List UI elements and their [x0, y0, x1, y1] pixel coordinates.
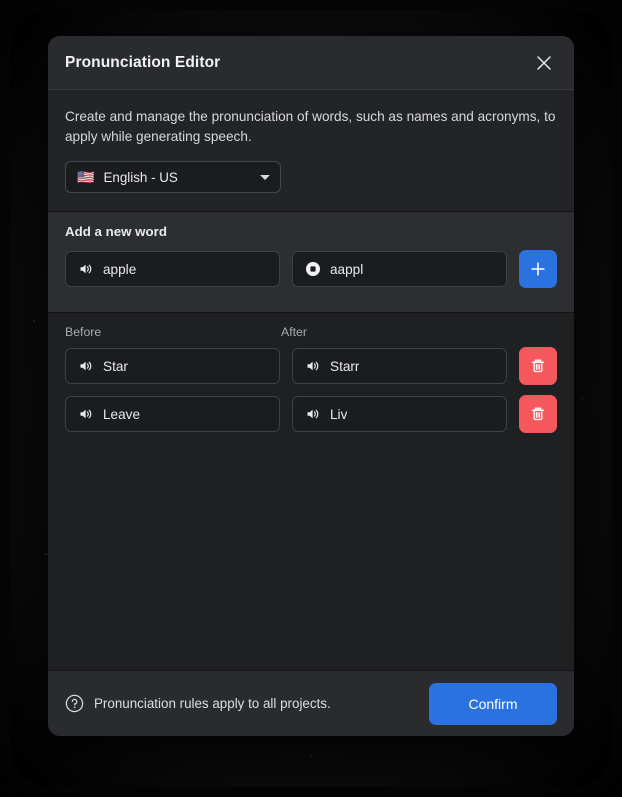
rule-before-value: Leave	[103, 406, 141, 422]
new-word-value: apple	[103, 261, 137, 277]
dialog-description: Create and manage the pronunciation of w…	[65, 109, 556, 144]
delete-rule-button[interactable]	[519, 395, 557, 433]
speaker-icon[interactable]	[77, 358, 94, 375]
column-header-before: Before	[65, 325, 102, 339]
column-header-after: After	[281, 325, 307, 339]
speaker-icon[interactable]	[77, 406, 94, 423]
speaker-icon[interactable]	[304, 358, 321, 375]
add-word-label: Add a new word	[65, 224, 167, 239]
confirm-button-label: Confirm	[468, 695, 518, 712]
trash-icon	[531, 359, 545, 373]
new-pronunciation-input[interactable]: aappl	[292, 251, 507, 287]
rule-after-value: Starr	[330, 358, 360, 374]
speaker-icon[interactable]	[304, 406, 321, 423]
rule-after-input[interactable]: Liv	[292, 396, 507, 432]
rules-list: Before After Star Starr Leave Liv	[48, 313, 574, 673]
dialog-footer: Pronunciation rules apply to all project…	[48, 670, 574, 736]
footer-note-text: Pronunciation rules apply to all project…	[94, 696, 331, 711]
language-select[interactable]: 🇺🇸 English - US	[65, 161, 281, 193]
stop-record-icon[interactable]	[304, 261, 321, 278]
new-word-input[interactable]: apple	[65, 251, 280, 287]
delete-rule-button[interactable]	[519, 347, 557, 385]
close-button[interactable]	[530, 49, 558, 77]
plus-icon	[531, 262, 545, 276]
dialog-header: Pronunciation Editor	[48, 36, 574, 90]
footer-note: Pronunciation rules apply to all project…	[65, 694, 331, 713]
add-word-section: Add a new word apple aappl	[48, 212, 574, 313]
us-flag-icon: 🇺🇸	[77, 169, 95, 185]
rule-before-input[interactable]: Star	[65, 348, 280, 384]
language-select-value: English - US	[103, 169, 178, 185]
page-title: Pronunciation Editor	[65, 53, 221, 71]
rule-row: Leave Liv	[65, 395, 557, 433]
chevron-down-icon	[260, 174, 270, 180]
intro-section: Create and manage the pronunciation of w…	[48, 90, 574, 212]
new-pronunciation-value: aappl	[330, 261, 364, 277]
rules-column-headers: Before After	[65, 325, 557, 339]
add-word-button[interactable]	[519, 250, 557, 288]
rule-before-value: Star	[103, 358, 128, 374]
speaker-icon[interactable]	[77, 261, 94, 278]
add-word-row: apple aappl	[65, 250, 557, 288]
rule-after-input[interactable]: Starr	[292, 348, 507, 384]
rule-after-value: Liv	[330, 406, 348, 422]
close-icon	[537, 55, 551, 70]
rule-row: Star Starr	[65, 347, 557, 385]
trash-icon	[531, 407, 545, 421]
help-circle-icon[interactable]	[65, 694, 84, 713]
confirm-button[interactable]: Confirm	[429, 682, 557, 725]
pronunciation-editor-dialog: Pronunciation Editor Create and manage t…	[48, 36, 574, 736]
rule-before-input[interactable]: Leave	[65, 396, 280, 432]
